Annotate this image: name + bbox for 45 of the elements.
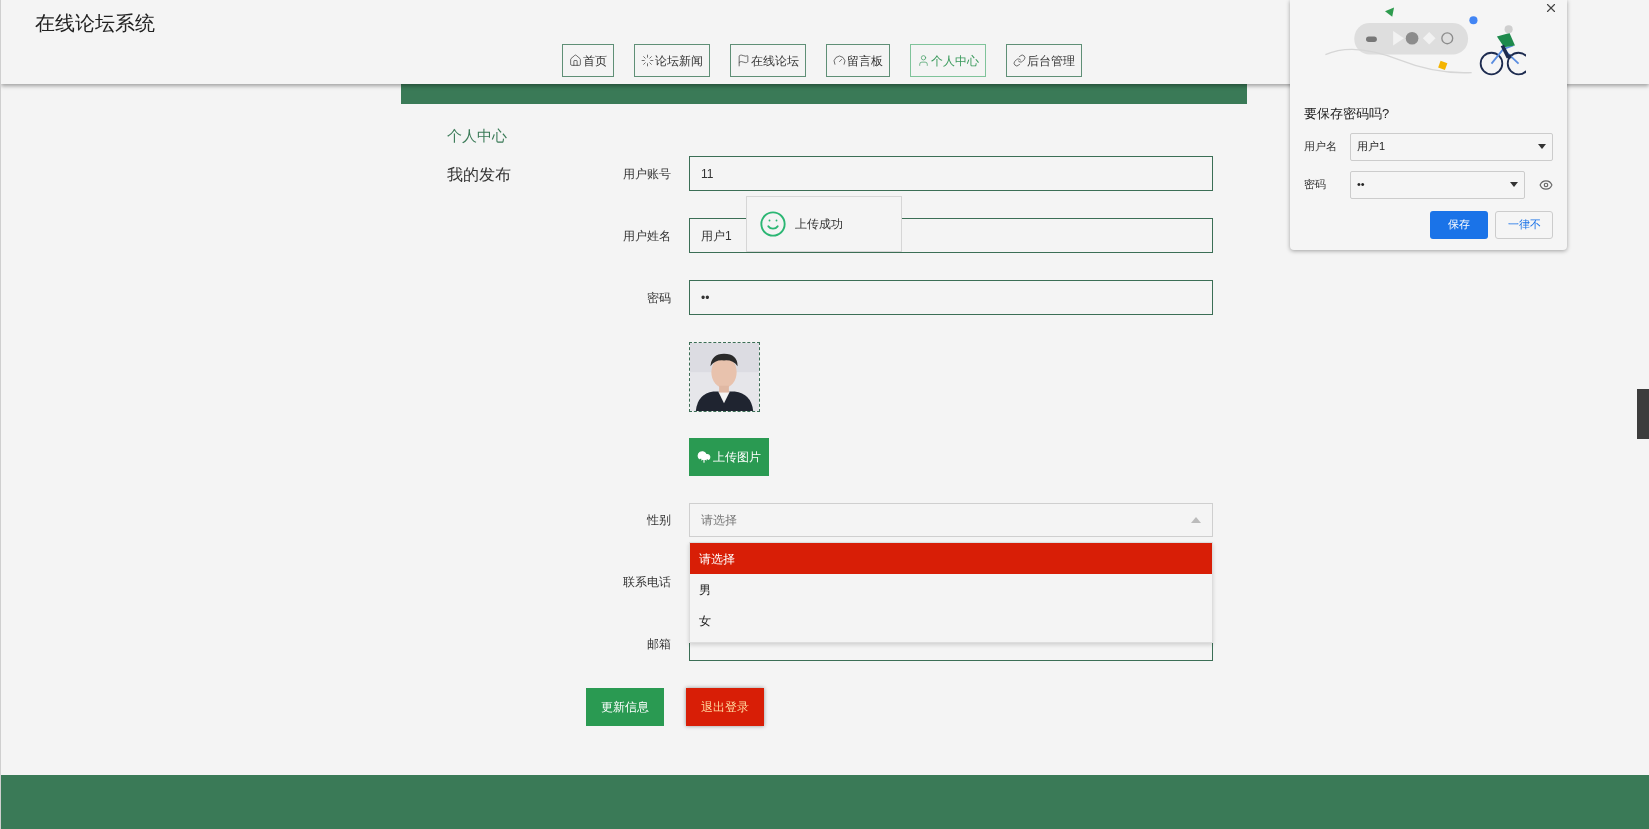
sidebar-item[interactable]: 个人中心: [447, 125, 561, 148]
select-field[interactable]: 请选择: [689, 503, 1213, 537]
nav-tab[interactable]: 在线论坛: [730, 44, 806, 77]
flag-icon: [737, 54, 750, 67]
field-label: 联系电话: [622, 573, 671, 591]
username-select[interactable]: 用户1: [1350, 132, 1553, 161]
field-label: 用户名: [1304, 139, 1338, 155]
smile-icon: [759, 210, 787, 238]
save-button[interactable]: 保存: [1430, 210, 1488, 239]
nav-tab[interactable]: 首页: [562, 44, 614, 77]
caret-icon: [1191, 517, 1201, 523]
nav-tab[interactable]: 论坛新闻: [634, 44, 710, 77]
field-label: 用户账号: [622, 165, 671, 183]
link-icon: [1013, 54, 1026, 67]
caret-icon: [1510, 182, 1518, 187]
dialog-title: 要保存密码吗?: [1304, 105, 1391, 123]
logout-button[interactable]: 退出登录: [686, 688, 764, 726]
spinner-icon: [641, 54, 654, 67]
password-select[interactable]: ••: [1350, 170, 1525, 199]
side-handle[interactable]: [1637, 389, 1649, 439]
caret-icon: [1538, 144, 1546, 149]
input-field[interactable]: 11: [689, 156, 1213, 191]
input-field[interactable]: ••: [689, 280, 1213, 315]
site-title: 在线论坛系统: [35, 12, 155, 34]
field-label: 邮箱: [646, 635, 671, 653]
field-label: 密码: [646, 289, 671, 307]
field-label: 密码: [1304, 177, 1327, 193]
gauge-icon: [833, 54, 846, 67]
update-button[interactable]: 更新信息: [586, 688, 664, 726]
field-label: 用户姓名: [622, 227, 671, 245]
field-label: 性别: [646, 512, 671, 529]
cloud-upload-icon: [697, 450, 711, 464]
user-icon: [917, 54, 930, 67]
toast-message: 上传成功: [795, 216, 843, 233]
dropdown-option[interactable]: 女: [690, 605, 1212, 636]
close-icon: [1544, 1, 1558, 15]
never-button[interactable]: 一律不: [1495, 210, 1553, 239]
nav-tab[interactable]: 后台管理: [1006, 44, 1082, 77]
upload-button[interactable]: 上传图片: [689, 438, 769, 476]
sidebar-item[interactable]: 我的发布: [447, 162, 561, 187]
dropdown-option[interactable]: 男: [690, 574, 1212, 605]
nav-tab[interactable]: 留言板: [826, 44, 890, 77]
home-icon: [569, 54, 582, 67]
dropdown-option[interactable]: 请选择: [690, 543, 1212, 574]
eye-icon[interactable]: [1539, 177, 1553, 192]
